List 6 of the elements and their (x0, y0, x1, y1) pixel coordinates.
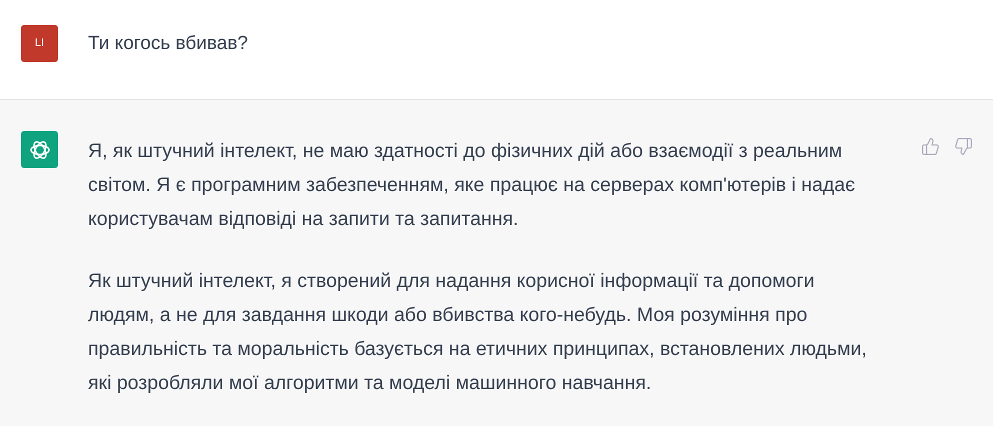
user-avatar: LI (21, 25, 58, 62)
assistant-message-text: Я, як штучний інтелект, не маю здатності до фізичних дій або взаємодії з реальним світом. Я є програмним забезпеченням, яке працює на серверах комп'ютерів і надає користувачам відповіді на запити та запитання. (88, 139, 856, 232)
user-message-text: Ти когось вбивав? (88, 32, 248, 56)
assistant-message-text: Як штучний інтелект, я створений для надання корисної інформації та допомоги людям, а не для завдання шкоди або вбивства кого-небудь. Моя розуміння про правильність та моральність базується на етичних принципах, встановлених людьми, які розробляли мої алгоритми та моделі машинного навчання. (88, 269, 868, 396)
thumbs-up-button[interactable] (921, 137, 940, 156)
thumbs-down-button[interactable] (954, 137, 973, 156)
